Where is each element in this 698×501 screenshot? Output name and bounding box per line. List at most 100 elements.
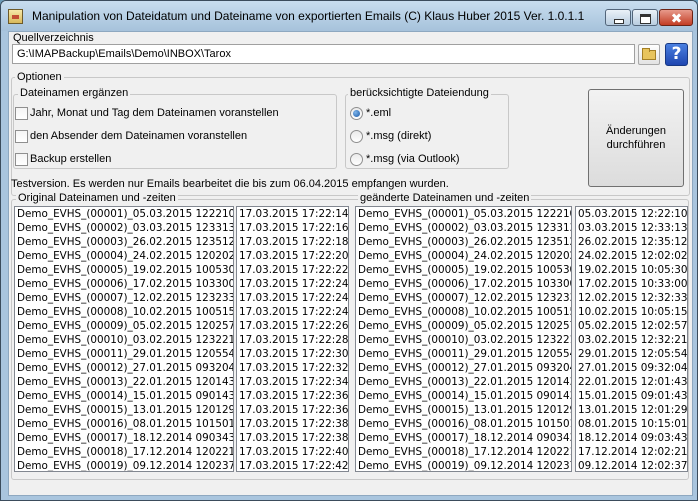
- list-item[interactable]: Demo_EVHS_(00003)_26.02.2015 123512_T: [15, 235, 233, 249]
- list-item[interactable]: 17.03.2015 17:22:38: [237, 431, 348, 445]
- list-item[interactable]: 17.03.2015 17:22:24: [237, 291, 348, 305]
- list-item[interactable]: Demo_EVHS_(00018)_17.12.2014 120221_T: [356, 445, 571, 459]
- radio-msg-direct[interactable]: [350, 130, 363, 143]
- list-item[interactable]: 17.03.2015 17:22:16: [237, 221, 348, 235]
- list-item[interactable]: Demo_EVHS_(00015)_13.01.2015 120129_T: [356, 403, 571, 417]
- list-item[interactable]: Demo_EVHS_(00016)_08.01.2015 101501_T: [15, 417, 233, 431]
- help-button[interactable]: ?: [665, 43, 688, 66]
- list-item[interactable]: Demo_EVHS_(00017)_18.12.2014 090343_T: [356, 431, 571, 445]
- list-item[interactable]: 15.01.2015 09:01:43: [576, 389, 687, 403]
- list-item[interactable]: 17.03.2015 17:22:36: [237, 403, 348, 417]
- list-item[interactable]: Demo_EVHS_(00005)_19.02.2015 100530_T: [356, 263, 571, 277]
- list-item[interactable]: 17.03.2015 17:22:28: [237, 333, 348, 347]
- list-item[interactable]: 17.03.2015 17:22:42: [237, 459, 348, 471]
- list-item[interactable]: Demo_EVHS_(00009)_05.02.2015 120257_T: [356, 319, 571, 333]
- list-item[interactable]: Demo_EVHS_(00008)_10.02.2015 100515_T: [15, 305, 233, 319]
- list-item[interactable]: 24.02.2015 12:02:02: [576, 249, 687, 263]
- list-item[interactable]: 10.02.2015 10:05:15: [576, 305, 687, 319]
- list-item[interactable]: 26.02.2015 12:35:12: [576, 235, 687, 249]
- list-item[interactable]: 17.03.2015 17:22:24: [237, 277, 348, 291]
- list-item[interactable]: 27.01.2015 09:32:04: [576, 361, 687, 375]
- list-item[interactable]: 08.01.2015 10:15:01: [576, 417, 687, 431]
- list-item[interactable]: Demo_EVHS_(00008)_10.02.2015 100515_T: [356, 305, 571, 319]
- list-item[interactable]: 17.12.2014 12:02:21: [576, 445, 687, 459]
- list-item[interactable]: 17.03.2015 17:22:30: [237, 347, 348, 361]
- list-item[interactable]: 29.01.2015 12:05:54: [576, 347, 687, 361]
- list-item[interactable]: 17.03.2015 17:22:26: [237, 319, 348, 333]
- list-item[interactable]: Demo_EVHS_(00007)_12.02.2015 123233_T: [15, 291, 233, 305]
- radio-eml[interactable]: [350, 107, 363, 120]
- list-item[interactable]: 17.03.2015 17:22:14: [237, 207, 348, 221]
- backup-checkbox[interactable]: [15, 153, 28, 166]
- list-item[interactable]: 17.03.2015 17:22:20: [237, 249, 348, 263]
- list-item[interactable]: Demo_EVHS_(00002)_03.03.2015 123313_T: [15, 221, 233, 235]
- list-item[interactable]: Demo_EVHS_(00019)_09.12.2014 120237_T: [15, 459, 233, 471]
- list-item[interactable]: Demo_EVHS_(00006)_17.02.2015 103300_T: [15, 277, 233, 291]
- list-item[interactable]: Demo_EVHS_(00013)_22.01.2015 120143_T: [356, 375, 571, 389]
- list-item[interactable]: Demo_EVHS_(00009)_05.02.2015 120257_T: [15, 319, 233, 333]
- radio-msg-outlook-label: *.msg (via Outlook): [366, 153, 460, 165]
- list-item[interactable]: 22.01.2015 12:01:43: [576, 375, 687, 389]
- list-item[interactable]: 18.12.2014 09:03:43: [576, 431, 687, 445]
- list-item[interactable]: Demo_EVHS_(00007)_12.02.2015 123233_T: [356, 291, 571, 305]
- list-item[interactable]: Demo_EVHS_(00001)_05.03.2015 122210_T: [356, 207, 571, 221]
- minimize-button[interactable]: [605, 9, 631, 26]
- prepend-sender-checkbox[interactable]: [15, 130, 28, 143]
- list-item[interactable]: Demo_EVHS_(00011)_29.01.2015 120554_T: [15, 347, 233, 361]
- apply-changes-button[interactable]: Änderungen durchführen: [588, 89, 684, 187]
- prepend-sender-label: den Absender dem Dateinamen voranstellen: [30, 130, 248, 142]
- maximize-button[interactable]: [632, 9, 658, 26]
- list-item[interactable]: 12.02.2015 12:32:33: [576, 291, 687, 305]
- changed-names-list[interactable]: Demo_EVHS_(00001)_05.03.2015 122210_T Dem…: [355, 206, 572, 472]
- list-item[interactable]: 17.03.2015 17:22:34: [237, 375, 348, 389]
- list-item[interactable]: Demo_EVHS_(00006)_17.02.2015 103300_T: [356, 277, 571, 291]
- list-item[interactable]: Demo_EVHS_(00010)_03.02.2015 123221_T: [356, 333, 571, 347]
- radio-msg-outlook[interactable]: [350, 153, 363, 166]
- list-item[interactable]: Demo_EVHS_(00004)_24.02.2015 120202_T: [15, 249, 233, 263]
- list-item[interactable]: 17.03.2015 17:22:32: [237, 361, 348, 375]
- list-item[interactable]: 03.02.2015 12:32:21: [576, 333, 687, 347]
- browse-folder-button[interactable]: [638, 44, 660, 65]
- extension-group-title: berücksichtigte Dateiendung: [348, 87, 491, 99]
- source-path-input[interactable]: [12, 44, 635, 64]
- list-item[interactable]: Demo_EVHS_(00014)_15.01.2015 090143_T: [15, 389, 233, 403]
- title-bar[interactable]: Manipulation von Dateidatum und Dateinam…: [1, 1, 697, 31]
- list-item[interactable]: Demo_EVHS_(00013)_22.01.2015 120143_T: [15, 375, 233, 389]
- original-names-list[interactable]: Demo_EVHS_(00001)_05.03.2015 122210_T Dem…: [14, 206, 234, 472]
- radio-msg-direct-label: *.msg (direkt): [366, 130, 432, 142]
- list-item[interactable]: Demo_EVHS_(00003)_26.02.2015 123512_T: [356, 235, 571, 249]
- list-item[interactable]: 05.03.2015 12:22:10: [576, 207, 687, 221]
- list-item[interactable]: Demo_EVHS_(00014)_15.01.2015 090143_T: [356, 389, 571, 403]
- list-item[interactable]: 03.03.2015 12:33:13: [576, 221, 687, 235]
- folder-icon: [642, 48, 656, 60]
- list-item[interactable]: 17.03.2015 17:22:36: [237, 389, 348, 403]
- list-item[interactable]: Demo_EVHS_(00015)_13.01.2015 120129_T: [15, 403, 233, 417]
- list-item[interactable]: 17.03.2015 17:22:40: [237, 445, 348, 459]
- list-item[interactable]: Demo_EVHS_(00002)_03.03.2015 123313_T: [356, 221, 571, 235]
- list-item[interactable]: 17.03.2015 17:22:18: [237, 235, 348, 249]
- list-item[interactable]: 13.01.2015 12:01:29: [576, 403, 687, 417]
- list-item[interactable]: Demo_EVHS_(00012)_27.01.2015 093204_T: [356, 361, 571, 375]
- list-item[interactable]: Demo_EVHS_(00010)_03.02.2015 123221_T: [15, 333, 233, 347]
- list-item[interactable]: 17.03.2015 17:22:38: [237, 417, 348, 431]
- original-times-list[interactable]: 17.03.2015 17:22:14 17.03.2015 17:22:16 17…: [236, 206, 349, 472]
- list-item[interactable]: 17.03.2015 17:22:24: [237, 305, 348, 319]
- app-icon[interactable]: [8, 9, 23, 24]
- list-item[interactable]: Demo_EVHS_(00005)_19.02.2015 100530_T: [15, 263, 233, 277]
- list-item[interactable]: 05.02.2015 12:02:57: [576, 319, 687, 333]
- list-item[interactable]: Demo_EVHS_(00018)_17.12.2014 120221_T: [15, 445, 233, 459]
- list-item[interactable]: 17.02.2015 10:33:00: [576, 277, 687, 291]
- list-item[interactable]: Demo_EVHS_(00012)_27.01.2015 093204_T: [15, 361, 233, 375]
- list-item[interactable]: Demo_EVHS_(00011)_29.01.2015 120554_T: [356, 347, 571, 361]
- changed-times-list[interactable]: 05.03.2015 12:22:10 03.03.2015 12:33:13 26…: [575, 206, 688, 472]
- list-item[interactable]: 17.03.2015 17:22:22: [237, 263, 348, 277]
- list-item[interactable]: Demo_EVHS_(00004)_24.02.2015 120202_T: [356, 249, 571, 263]
- list-item[interactable]: 09.12.2014 12:02:37: [576, 459, 687, 471]
- list-item[interactable]: Demo_EVHS_(00001)_05.03.2015 122210_T: [15, 207, 233, 221]
- list-item[interactable]: Demo_EVHS_(00017)_18.12.2014 090343_T: [15, 431, 233, 445]
- prepend-date-checkbox[interactable]: [15, 107, 28, 120]
- list-item[interactable]: Demo_EVHS_(00019)_09.12.2014 120237_T: [356, 459, 571, 471]
- list-item[interactable]: 19.02.2015 10:05:30: [576, 263, 687, 277]
- close-button[interactable]: [659, 9, 693, 26]
- list-item[interactable]: Demo_EVHS_(00016)_08.01.2015 101501_T: [356, 417, 571, 431]
